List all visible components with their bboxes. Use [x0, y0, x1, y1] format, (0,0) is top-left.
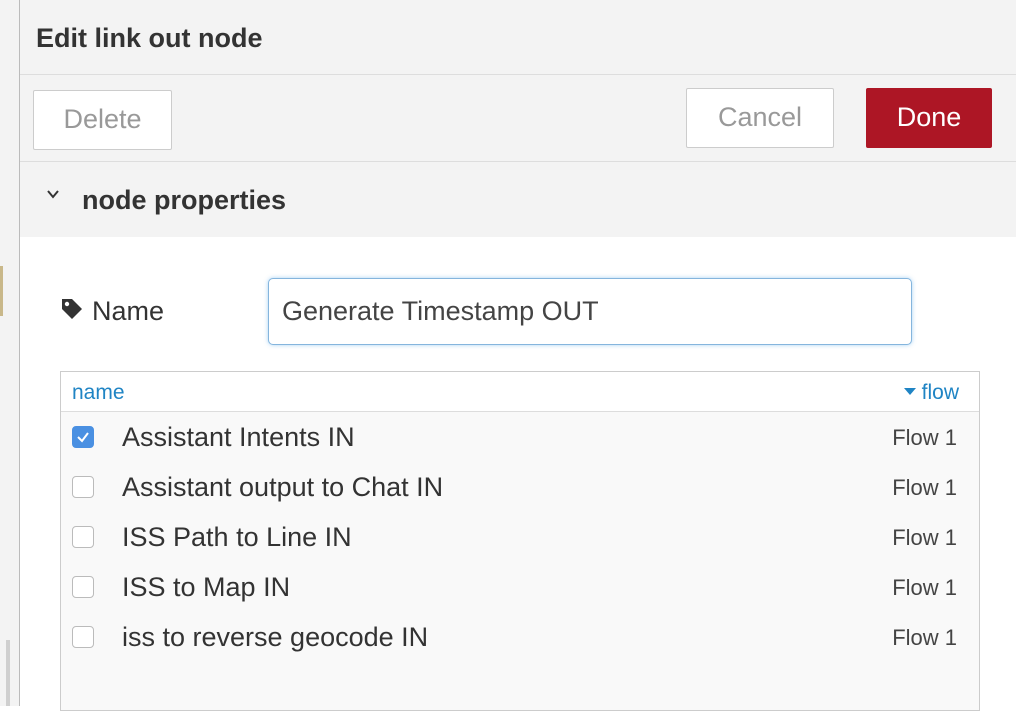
tray-toolbar: Delete Cancel Done — [20, 75, 1016, 162]
list-item-flow: Flow 1 — [892, 525, 957, 550]
list-item-name: iss to reverse geocode IN — [122, 622, 429, 652]
name-label: Name — [92, 296, 165, 326]
list-item-flow: Flow 1 — [892, 625, 957, 650]
checkmark-icon — [77, 432, 89, 443]
caret-down-icon — [903, 387, 916, 395]
list-item[interactable]: ISS to Map IN Flow 1 — [61, 562, 979, 612]
tray-header: Edit link out node — [20, 0, 1016, 75]
edit-tray: Edit link out node Delete Cancel Done no… — [20, 0, 1016, 711]
checkbox-checked[interactable] — [72, 426, 94, 448]
node-properties-section-header[interactable]: node properties — [20, 162, 1016, 237]
workspace-edge — [0, 0, 20, 706]
checkbox[interactable] — [72, 476, 94, 498]
column-header-name[interactable]: name — [72, 381, 125, 405]
list-header: name flow — [61, 372, 979, 412]
list-item-name: Assistant Intents IN — [122, 422, 355, 452]
column-header-flow[interactable]: flow — [903, 381, 959, 405]
checkbox[interactable] — [72, 576, 94, 598]
checkbox[interactable] — [72, 626, 94, 648]
list-item[interactable]: Assistant Intents IN Flow 1 — [61, 412, 979, 462]
list-item-flow: Flow 1 — [892, 575, 957, 600]
list-item[interactable]: Assistant output to Chat IN Flow 1 — [61, 462, 979, 512]
workspace-edge-mark — [0, 266, 3, 316]
delete-button[interactable]: Delete — [33, 90, 172, 150]
list-item-flow: Flow 1 — [892, 425, 957, 450]
name-input[interactable] — [268, 278, 912, 345]
tag-icon — [62, 299, 82, 319]
list-item-flow: Flow 1 — [892, 475, 957, 500]
done-button[interactable]: Done — [866, 88, 992, 148]
list-item-name: ISS to Map IN — [122, 572, 291, 602]
cancel-button[interactable]: Cancel — [686, 88, 834, 148]
tray-title: Edit link out node — [36, 23, 263, 53]
list-item[interactable]: ISS Path to Line IN Flow 1 — [61, 512, 979, 562]
link-target-list: name flow Assistant Intents IN Flow 1 As… — [60, 371, 980, 711]
workspace-scrollbar[interactable] — [6, 640, 10, 706]
list-item-name: ISS Path to Line IN — [122, 522, 352, 552]
chevron-down-icon — [47, 190, 59, 199]
list-item-name: Assistant output to Chat IN — [122, 472, 444, 502]
list-item[interactable]: iss to reverse geocode IN Flow 1 — [61, 612, 979, 662]
column-header-flow-label: flow — [921, 381, 959, 404]
checkbox[interactable] — [72, 526, 94, 548]
section-title: node properties — [82, 185, 287, 215]
